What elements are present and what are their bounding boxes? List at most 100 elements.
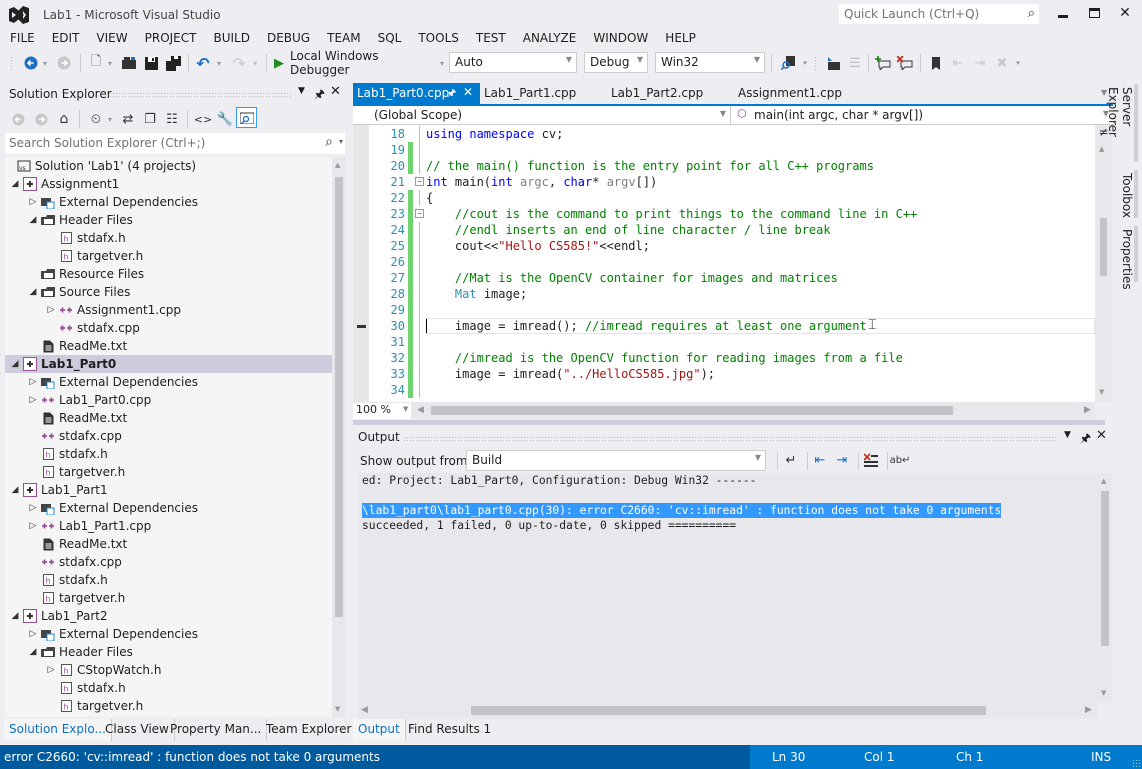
menu-debug[interactable]: DEBUG <box>267 29 310 49</box>
show-all-files-button[interactable]: ☷ <box>163 109 181 129</box>
toolbar-grip[interactable] <box>814 56 818 72</box>
quick-launch-input[interactable]: Quick Launch (Ctrl+Q) ⌕ <box>838 3 1040 25</box>
new-project-dropdown[interactable]: ▾ <box>105 53 115 73</box>
toolbar-overflow[interactable]: ▾ <box>800 53 810 73</box>
tab-team-explorer[interactable]: Team Explorer <box>261 719 357 741</box>
zoom-combo[interactable]: 100 % ▼ <box>353 403 411 419</box>
menu-test[interactable]: TEST <box>476 29 506 49</box>
code-line[interactable]: 19 <box>353 142 1095 158</box>
expanded-arrow-icon[interactable]: ◢ <box>9 355 21 373</box>
tree-item[interactable]: ▷ External Dependencies <box>5 373 332 391</box>
tree-item[interactable]: ◢ Source Files <box>5 283 332 301</box>
tree-item[interactable]: ◢ Header Files <box>5 211 332 229</box>
tab-output[interactable]: Output <box>353 719 406 741</box>
undo-button[interactable]: ↶ <box>194 53 212 73</box>
rail-properties[interactable]: Properties <box>1118 226 1138 290</box>
output-line[interactable]: succeeded, 1 failed, 0 up-to-date, 0 ski… <box>362 518 736 533</box>
tree-item[interactable]: ReadMe.txt <box>5 535 332 553</box>
expanded-arrow-icon[interactable]: ◢ <box>27 211 39 229</box>
resize-grip[interactable] <box>1132 759 1140 767</box>
menu-team[interactable]: TEAM <box>327 29 360 49</box>
tree-item[interactable]: ◢ Lab1_Part1 <box>5 481 332 499</box>
properties-button[interactable]: 🔧 <box>216 109 234 129</box>
menu-edit[interactable]: EDIT <box>52 29 80 49</box>
code-line[interactable]: 18 using namespace cv; <box>353 126 1095 142</box>
toolbar-grip[interactable] <box>10 56 14 72</box>
tab-assignment1-cpp[interactable]: Assignment1.cpp <box>734 83 846 104</box>
code-line[interactable]: 23 − //cout is the command to print thing… <box>353 206 1095 222</box>
open-file-button[interactable] <box>120 53 138 73</box>
tree-item[interactable]: ▷ h CStopWatch.h <box>5 661 332 679</box>
clear-all-button[interactable] <box>861 450 881 470</box>
scrollbar-thumb[interactable] <box>335 177 343 617</box>
next-bookmark-button[interactable]: ⇥ <box>971 53 989 73</box>
tree-item[interactable]: h stdafx.h <box>5 229 332 247</box>
filter-dropdown[interactable]: ▾ <box>105 109 115 129</box>
tab-property-manager[interactable]: Property Man... <box>165 719 268 741</box>
tree-item[interactable]: ▷ External Dependencies <box>5 193 332 211</box>
collapsed-arrow-icon[interactable]: ▷ <box>27 625 39 643</box>
toggle-word-wrap-button[interactable]: ab↵ <box>890 450 911 470</box>
redo-dropdown[interactable]: ▾ <box>250 53 260 73</box>
tree-item[interactable]: ◢ Header Files <box>5 643 332 661</box>
expanded-arrow-icon[interactable]: ◢ <box>9 481 21 499</box>
find-in-files-button[interactable] <box>779 53 797 73</box>
tree-item[interactable]: ▷ Lab1_Part0.cpp <box>5 391 332 409</box>
close-panel-icon[interactable]: ✕ <box>330 84 341 99</box>
menu-analyze[interactable]: ANALYZE <box>523 29 577 49</box>
menu-help[interactable]: HELP <box>665 29 696 49</box>
collapse-all-button[interactable]: ❐ <box>141 109 159 129</box>
output-text[interactable]: ed: Project: Lab1_Part0, Configuration: … <box>358 473 1098 703</box>
collapsed-arrow-icon[interactable]: ▷ <box>45 301 57 319</box>
previous-message-button[interactable]: ⇤ <box>810 450 830 470</box>
redo-button[interactable]: ↷ <box>230 53 248 73</box>
scroll-up-arrow[interactable]: ▲ <box>1101 477 1106 485</box>
scope-combo[interactable]: (Global Scope) ▼ <box>353 106 731 124</box>
configuration-combo[interactable]: Debug ▼ <box>584 52 648 73</box>
pin-tab-icon[interactable]: 🖈 <box>447 86 456 103</box>
panel-grip[interactable] <box>403 436 1058 441</box>
minimize-button[interactable] <box>1048 2 1078 24</box>
output-vertical-scrollbar[interactable]: ▲ ▼ <box>1098 473 1112 703</box>
collapsed-arrow-icon[interactable]: ▷ <box>27 373 39 391</box>
tree-item[interactable]: ◢ Lab1_Part2 <box>5 607 332 625</box>
tree-item[interactable]: ▷ External Dependencies <box>5 499 332 517</box>
tree-item[interactable]: ◢ Lab1_Part0 <box>5 355 332 373</box>
scroll-down-arrow[interactable]: ▼ <box>1099 388 1104 396</box>
add-comment-button[interactable] <box>874 53 892 73</box>
save-button[interactable] <box>142 53 160 73</box>
tree-item[interactable]: ▷ External Dependencies <box>5 625 332 643</box>
collapsed-arrow-icon[interactable]: ▷ <box>27 517 39 535</box>
code-line[interactable]: 34 <box>353 382 1095 398</box>
next-message-button[interactable]: ⇥ <box>832 450 852 470</box>
solution-explorer-search-input[interactable]: Search Solution Explorer (Ctrl+;) ⌕ ▾ <box>5 133 345 154</box>
clear-bookmarks-button[interactable]: ✖ <box>993 53 1011 73</box>
code-line[interactable]: 33 image = imread("../HelloCS585.jpg"); <box>353 366 1095 382</box>
navigate-forward-button[interactable] <box>55 53 73 73</box>
home-button[interactable]: ⌂ <box>55 109 73 129</box>
toolbar-overflow[interactable]: ▾ <box>1013 53 1023 73</box>
expanded-arrow-icon[interactable]: ◢ <box>9 607 21 625</box>
expanded-arrow-icon[interactable]: ◢ <box>27 643 39 661</box>
scrollbar-thumb[interactable] <box>471 706 986 715</box>
platform-combo[interactable]: Win32 ▼ <box>655 52 765 73</box>
output-error-line[interactable]: \lab1_part0\lab1_part0.cpp(30): error C2… <box>362 503 1002 518</box>
scroll-down-arrow[interactable]: ▼ <box>1101 689 1106 697</box>
solution-config-combo[interactable]: Auto ▼ <box>449 52 577 73</box>
maximize-button[interactable] <box>1079 2 1109 24</box>
tree-item[interactable]: h targetver.h <box>5 463 332 481</box>
collapse-region-icon[interactable]: − <box>415 177 424 186</box>
member-combo[interactable]: ⬡ main(int argc, char * argv[]) ▼ <box>733 106 1113 124</box>
tree-item[interactable]: vs Solution 'Lab1' (4 projects) <box>5 157 332 175</box>
code-line[interactable]: 25 cout<<"Hello CS585!"<<endl; <box>353 238 1095 254</box>
tree-item[interactable]: h targetver.h <box>5 697 332 715</box>
code-line[interactable]: 20 // the main() function is the entry po… <box>353 158 1095 174</box>
tree-item[interactable]: ReadMe.txt <box>5 337 332 355</box>
code-line[interactable]: 28 Mat image; <box>353 286 1095 302</box>
code-line[interactable]: 29 <box>353 302 1095 318</box>
code-editor[interactable]: 18 using namespace cv; 19 20 // the main() f… <box>353 125 1095 402</box>
tab-lab1-part2-cpp[interactable]: Lab1_Part2.cpp <box>607 83 707 104</box>
collapsed-arrow-icon[interactable]: ▷ <box>27 499 39 517</box>
collapsed-arrow-icon[interactable]: ▷ <box>45 661 57 679</box>
tree-item[interactable]: h stdafx.h <box>5 679 332 697</box>
